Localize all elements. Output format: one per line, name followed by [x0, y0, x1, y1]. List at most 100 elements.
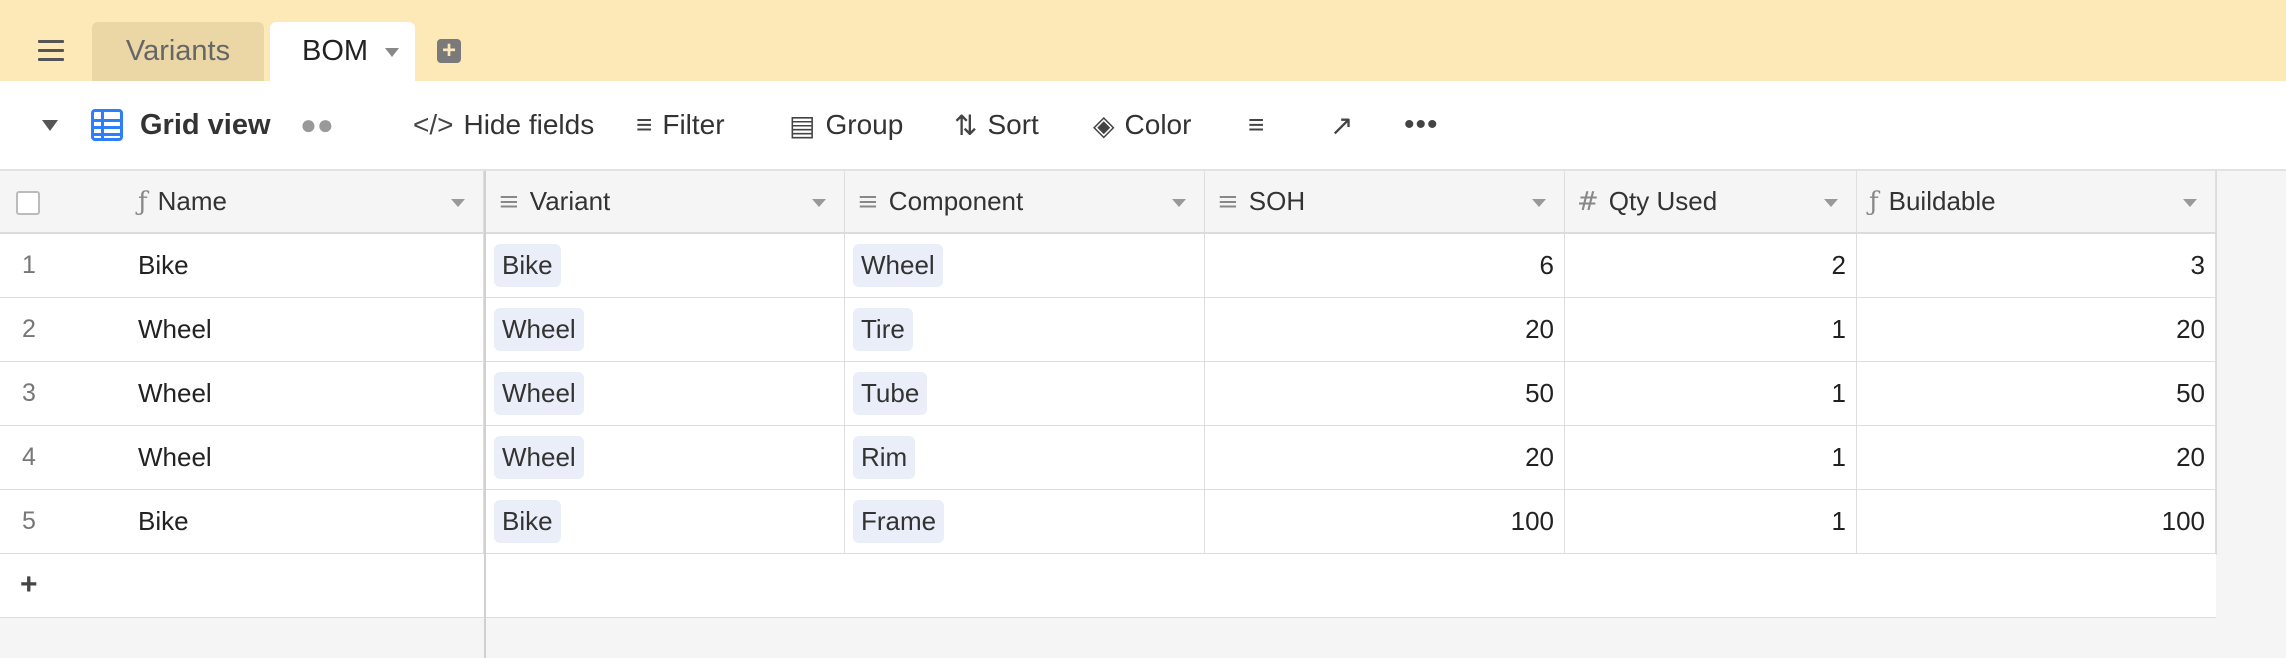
column-header-buildable[interactable]: ƒ Buildable	[1857, 171, 2216, 232]
menu-icon[interactable]	[38, 40, 64, 61]
formula-icon: ƒ	[1869, 186, 1879, 217]
row-number: 2	[22, 315, 36, 343]
view-toolbar: Grid view ●● </> Hide fields ≡ Filter ▤ …	[0, 81, 2286, 171]
chevron-down-icon[interactable]	[385, 48, 399, 57]
soh-cell[interactable]: 50	[1205, 362, 1565, 425]
component-cell[interactable]: Tube	[845, 362, 1205, 425]
hide-fields-button[interactable]: </> Hide fields	[413, 81, 594, 169]
tab-label: BOM	[302, 35, 369, 67]
share-view-button[interactable]: ↗	[1330, 81, 1363, 169]
filter-label: Filter	[662, 109, 725, 140]
name-cell[interactable]: Wheel	[138, 426, 484, 489]
buildable-cell[interactable]: 100	[1857, 490, 2216, 553]
tab-bom[interactable]: BOM	[270, 22, 415, 81]
linked-record-pill[interactable]: Wheel	[494, 436, 584, 479]
qty-used-cell[interactable]: 1	[1565, 426, 1857, 489]
chevron-down-icon[interactable]	[1824, 199, 1838, 207]
linked-record-pill[interactable]: Frame	[853, 500, 945, 543]
row-height-button[interactable]: ≡	[1248, 81, 1274, 169]
variant-cell[interactable]: Wheel	[486, 362, 845, 425]
column-label: Component	[888, 186, 1024, 216]
name-cell[interactable]: Wheel	[138, 362, 484, 425]
qty-used-cell[interactable]: 2	[1565, 234, 1857, 297]
sort-label: Sort	[987, 109, 1039, 140]
add-row-button[interactable]: +	[0, 554, 2216, 618]
paint-bucket-icon: ◈	[1093, 109, 1115, 141]
chevron-down-icon[interactable]	[812, 199, 826, 207]
grid-view-icon	[91, 81, 123, 169]
column-header-soh[interactable]: ≡ SOH	[1205, 171, 1565, 232]
collapse-sidebar-icon[interactable]	[42, 81, 58, 169]
linked-record-pill[interactable]: Wheel	[494, 308, 584, 351]
linked-record-pill[interactable]: Wheel	[853, 244, 943, 287]
chevron-down-icon[interactable]	[1172, 199, 1186, 207]
component-cell[interactable]: Rim	[845, 426, 1205, 489]
component-cell[interactable]: Tire	[845, 298, 1205, 361]
soh-cell[interactable]: 100	[1205, 490, 1565, 553]
row-height-icon: ≡	[1248, 109, 1265, 140]
select-all-checkbox[interactable]	[16, 191, 40, 215]
column-label: Buildable	[1888, 186, 1996, 216]
collaborators-icon[interactable]: ●●	[300, 81, 334, 169]
chevron-down-icon[interactable]	[1532, 199, 1546, 207]
variant-cell[interactable]: Wheel	[486, 426, 845, 489]
table-row[interactable]: 2 Wheel Wheel Tire 20 1 20	[0, 298, 2216, 362]
soh-cell[interactable]: 6	[1205, 234, 1565, 297]
frozen-column-divider[interactable]	[484, 171, 486, 658]
filter-icon: ≡	[636, 109, 653, 140]
variant-cell[interactable]: Bike	[486, 490, 845, 553]
linked-record-pill[interactable]: Bike	[494, 500, 561, 543]
sort-button[interactable]: ⇅ Sort	[954, 81, 1039, 169]
column-label: SOH	[1248, 186, 1306, 216]
row-number: 3	[22, 379, 36, 407]
name-cell[interactable]: Bike	[138, 234, 484, 297]
soh-cell[interactable]: 20	[1205, 298, 1565, 361]
qty-used-cell[interactable]: 1	[1565, 298, 1857, 361]
buildable-cell[interactable]: 20	[1857, 298, 2216, 361]
lookup-icon: ≡	[1217, 186, 1239, 217]
component-cell[interactable]: Wheel	[845, 234, 1205, 297]
qty-used-cell[interactable]: 1	[1565, 362, 1857, 425]
column-header-variant[interactable]: ≡ Variant	[486, 171, 845, 232]
buildable-cell[interactable]: 20	[1857, 426, 2216, 489]
linked-record-pill[interactable]: Rim	[853, 436, 916, 479]
group-icon: ▤	[789, 109, 816, 141]
data-grid: ƒ Name ≡ Variant ≡ Component ≡ SOH # Qty…	[0, 171, 2286, 658]
variant-cell[interactable]: Bike	[486, 234, 845, 297]
filter-button[interactable]: ≡ Filter	[636, 81, 725, 169]
hide-fields-label: Hide fields	[463, 109, 595, 140]
plus-icon: +	[20, 568, 38, 601]
name-cell[interactable]: Bike	[138, 490, 484, 553]
component-cell[interactable]: Frame	[845, 490, 1205, 553]
linked-record-pill[interactable]: Bike	[494, 244, 561, 287]
view-name[interactable]: Grid view	[140, 81, 271, 169]
linked-record-pill[interactable]: Wheel	[494, 372, 584, 415]
tab-variants[interactable]: Variants	[92, 22, 264, 81]
chevron-down-icon[interactable]	[451, 199, 465, 207]
linked-record-pill[interactable]: Tube	[853, 372, 928, 415]
soh-cell[interactable]: 20	[1205, 426, 1565, 489]
grid-right-edge	[2216, 171, 2217, 555]
color-button[interactable]: ◈ Color	[1093, 81, 1191, 169]
linked-record-icon: ≡	[857, 186, 879, 217]
table-row[interactable]: 3 Wheel Wheel Tube 50 1 50	[0, 362, 2216, 426]
share-icon: ↗	[1330, 109, 1354, 141]
name-cell[interactable]: Wheel	[138, 298, 484, 361]
linked-record-pill[interactable]: Tire	[853, 308, 913, 351]
chevron-down-icon[interactable]	[2183, 199, 2197, 207]
column-header-component[interactable]: ≡ Component	[845, 171, 1205, 232]
column-header-qty-used[interactable]: # Qty Used	[1565, 171, 1857, 232]
table-row[interactable]: 5 Bike Bike Frame 100 1 100	[0, 490, 2216, 554]
select-all-cell	[0, 171, 125, 232]
group-button[interactable]: ▤ Group	[789, 81, 903, 169]
add-table-icon[interactable]: +	[437, 39, 461, 63]
variant-cell[interactable]: Wheel	[486, 298, 845, 361]
table-row[interactable]: 4 Wheel Wheel Rim 20 1 20	[0, 426, 2216, 490]
group-label: Group	[825, 109, 904, 140]
table-row[interactable]: 1 Bike Bike Wheel 6 2 3	[0, 234, 2216, 298]
qty-used-cell[interactable]: 1	[1565, 490, 1857, 553]
column-header-name[interactable]: ƒ Name	[138, 171, 484, 232]
more-options-icon[interactable]: •••	[1404, 81, 1439, 169]
buildable-cell[interactable]: 50	[1857, 362, 2216, 425]
buildable-cell[interactable]: 3	[1857, 234, 2216, 297]
